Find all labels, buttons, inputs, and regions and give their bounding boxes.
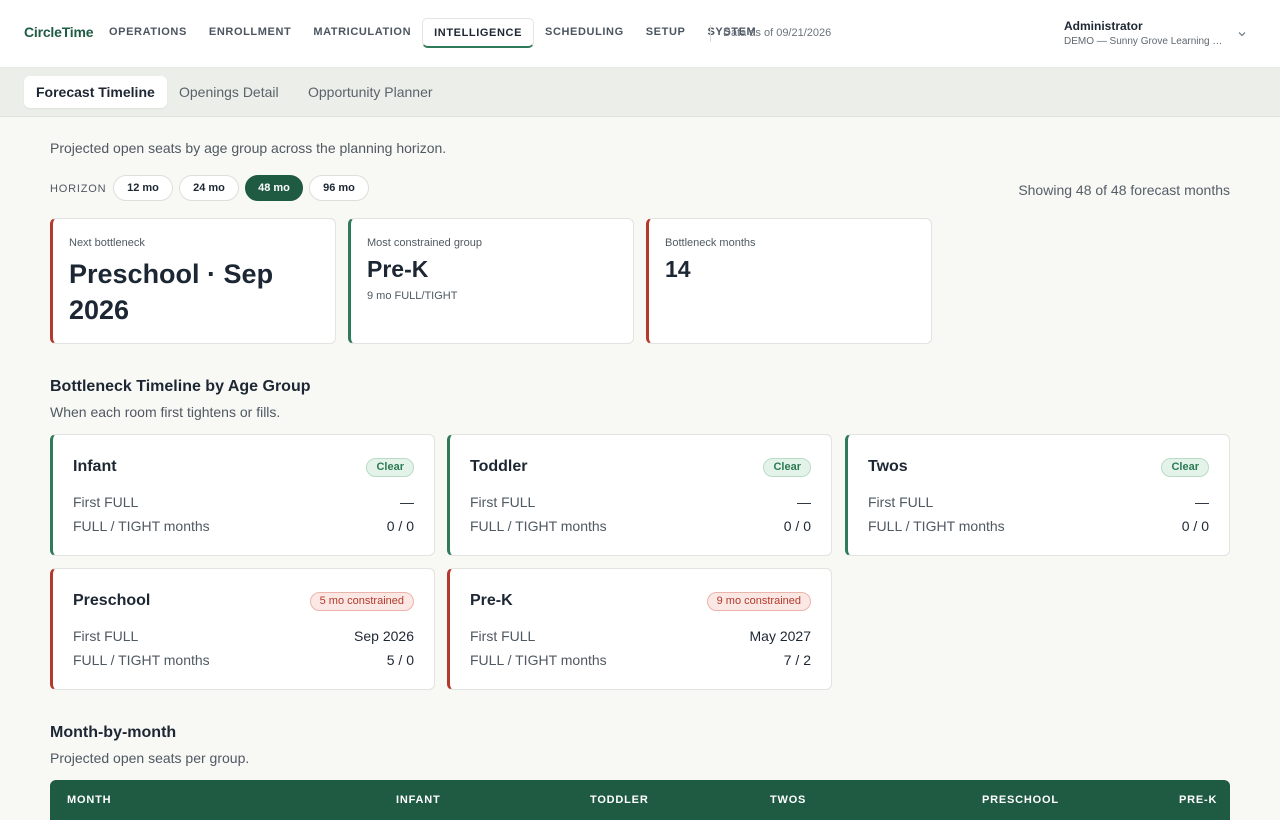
kpi-label: Next bottleneck bbox=[69, 237, 145, 249]
months-row: FULL / TIGHT months 5 / 0 bbox=[73, 652, 414, 668]
first-full-value: Sep 2026 bbox=[354, 628, 414, 644]
first-full-row: First FULL Sep 2026 bbox=[73, 628, 414, 644]
months-label: FULL / TIGHT months bbox=[470, 518, 607, 534]
column-header-preschool[interactable]: PRESCHOOL bbox=[982, 794, 1059, 806]
kpi-subtext: 9 mo FULL/TIGHT bbox=[367, 290, 458, 302]
horizon-24mo-button[interactable]: 24 mo bbox=[179, 175, 239, 201]
status-badge: Clear bbox=[366, 458, 414, 477]
kpi-label: Bottleneck months bbox=[665, 237, 756, 249]
status-badge: Clear bbox=[1161, 458, 1209, 477]
column-header-toddler[interactable]: TODDLER bbox=[590, 794, 649, 806]
top-navigation-bar: CircleTime OPERATIONS ENROLLMENT MATRICU… bbox=[0, 0, 1280, 68]
status-badge: 5 mo constrained bbox=[309, 592, 414, 611]
forecast-months-count: Showing 48 of 48 forecast months bbox=[1018, 182, 1230, 198]
nav-scheduling[interactable]: SCHEDULING bbox=[534, 18, 635, 48]
user-role: Administrator bbox=[1064, 19, 1143, 33]
status-badge: 9 mo constrained bbox=[706, 592, 811, 611]
group-name: Infant bbox=[73, 458, 117, 475]
horizon-label: HORIZON bbox=[50, 183, 107, 195]
first-full-label: First FULL bbox=[73, 628, 139, 644]
kpi-next-bottleneck: Next bottleneck Preschool · Sep 2026 bbox=[50, 218, 336, 344]
kpi-value: 14 bbox=[665, 256, 691, 282]
chevron-down-icon[interactable] bbox=[1236, 28, 1248, 40]
first-full-value: — bbox=[1195, 494, 1209, 510]
main-nav: OPERATIONS ENROLLMENT MATRICULATION INTE… bbox=[98, 18, 767, 48]
tab-openings-detail[interactable]: Openings Detail bbox=[167, 76, 291, 108]
first-full-label: First FULL bbox=[868, 494, 934, 510]
group-name: Pre-K bbox=[470, 592, 513, 609]
months-value: 0 / 0 bbox=[1181, 518, 1209, 534]
group-name: Preschool bbox=[73, 592, 151, 609]
months-label: FULL / TIGHT months bbox=[470, 652, 607, 668]
group-card-pre-k: Pre-K 9 mo constrained First FULL May 20… bbox=[447, 568, 832, 690]
page-description: Projected open seats by age group across… bbox=[50, 140, 447, 156]
horizon-96mo-button[interactable]: 96 mo bbox=[309, 175, 369, 201]
months-row: FULL / TIGHT months 7 / 2 bbox=[470, 652, 811, 668]
nav-enrollment[interactable]: ENROLLMENT bbox=[198, 18, 302, 48]
column-header-pre-k[interactable]: PRE-K bbox=[1179, 794, 1217, 806]
user-organization: DEMO — Sunny Grove Learning Center bbox=[1064, 36, 1229, 47]
kpi-value: Preschool · Sep 2026 bbox=[69, 259, 274, 325]
nav-matriculation[interactable]: MATRICULATION bbox=[302, 18, 422, 48]
first-full-value: — bbox=[400, 494, 414, 510]
nav-operations[interactable]: OPERATIONS bbox=[98, 18, 198, 48]
monthly-table-header: MONTH INFANT TODDLER TWOS PRESCHOOL PRE-… bbox=[50, 780, 1230, 820]
group-card-toddler: Toddler Clear First FULL — FULL / TIGHT … bbox=[447, 434, 832, 556]
first-full-row: First FULL May 2027 bbox=[470, 628, 811, 644]
first-full-row: First FULL — bbox=[73, 494, 414, 510]
horizon-12mo-button[interactable]: 12 mo bbox=[113, 175, 173, 201]
monthly-title: Month-by-month bbox=[50, 724, 177, 741]
data-as-of: Data as of 09/21/2026 bbox=[723, 27, 832, 39]
group-name: Toddler bbox=[470, 458, 528, 475]
first-full-label: First FULL bbox=[73, 494, 139, 510]
column-header-twos[interactable]: TWOS bbox=[770, 794, 806, 806]
tab-forecast-timeline[interactable]: Forecast Timeline bbox=[24, 76, 167, 108]
user-menu[interactable]: Administrator DEMO — Sunny Grove Learnin… bbox=[1064, 19, 1234, 47]
status-badge: Clear bbox=[763, 458, 811, 477]
months-row: FULL / TIGHT months 0 / 0 bbox=[868, 518, 1209, 534]
kpi-value: Pre-K bbox=[367, 256, 429, 282]
months-label: FULL / TIGHT months bbox=[73, 652, 210, 668]
column-header-month[interactable]: MONTH bbox=[67, 794, 111, 806]
group-card-infant: Infant Clear First FULL — FULL / TIGHT m… bbox=[50, 434, 435, 556]
group-card-preschool: Preschool 5 mo constrained First FULL Se… bbox=[50, 568, 435, 690]
months-label: FULL / TIGHT months bbox=[868, 518, 1005, 534]
first-full-row: First FULL — bbox=[470, 494, 811, 510]
months-value: 0 / 0 bbox=[386, 518, 414, 534]
horizon-48mo-button[interactable]: 48 mo bbox=[245, 175, 303, 201]
months-value: 0 / 0 bbox=[783, 518, 811, 534]
column-header-infant[interactable]: INFANT bbox=[396, 794, 441, 806]
kpi-most-constrained: Most constrained group Pre-K 9 mo FULL/T… bbox=[348, 218, 634, 344]
months-value: 7 / 2 bbox=[783, 652, 811, 668]
first-full-value: — bbox=[797, 494, 811, 510]
months-value: 5 / 0 bbox=[386, 652, 414, 668]
kpi-bottleneck-months: Bottleneck months 14 bbox=[646, 218, 932, 344]
kpi-label: Most constrained group bbox=[367, 237, 482, 249]
tab-opportunity-planner[interactable]: Opportunity Planner bbox=[296, 76, 445, 108]
first-full-value: May 2027 bbox=[749, 628, 811, 644]
monthly-subtitle: Projected open seats per group. bbox=[50, 750, 250, 766]
first-full-label: First FULL bbox=[470, 628, 536, 644]
first-full-row: First FULL — bbox=[868, 494, 1209, 510]
first-full-label: First FULL bbox=[470, 494, 536, 510]
subtab-bar: Forecast Timeline Openings Detail Opport… bbox=[0, 68, 1280, 117]
nav-intelligence[interactable]: INTELLIGENCE bbox=[422, 18, 535, 48]
group-name: Twos bbox=[868, 458, 908, 475]
months-label: FULL / TIGHT months bbox=[73, 518, 210, 534]
timeline-subtitle: When each room first tightens or fills. bbox=[50, 404, 281, 420]
months-row: FULL / TIGHT months 0 / 0 bbox=[73, 518, 414, 534]
app-logo[interactable]: CircleTime bbox=[24, 24, 94, 40]
main-content: Projected open seats by age group across… bbox=[0, 117, 1280, 820]
group-card-twos: Twos Clear First FULL — FULL / TIGHT mon… bbox=[845, 434, 1230, 556]
nav-divider bbox=[710, 25, 711, 42]
timeline-title: Bottleneck Timeline by Age Group bbox=[50, 378, 311, 395]
nav-setup[interactable]: SETUP bbox=[635, 18, 697, 48]
months-row: FULL / TIGHT months 0 / 0 bbox=[470, 518, 811, 534]
